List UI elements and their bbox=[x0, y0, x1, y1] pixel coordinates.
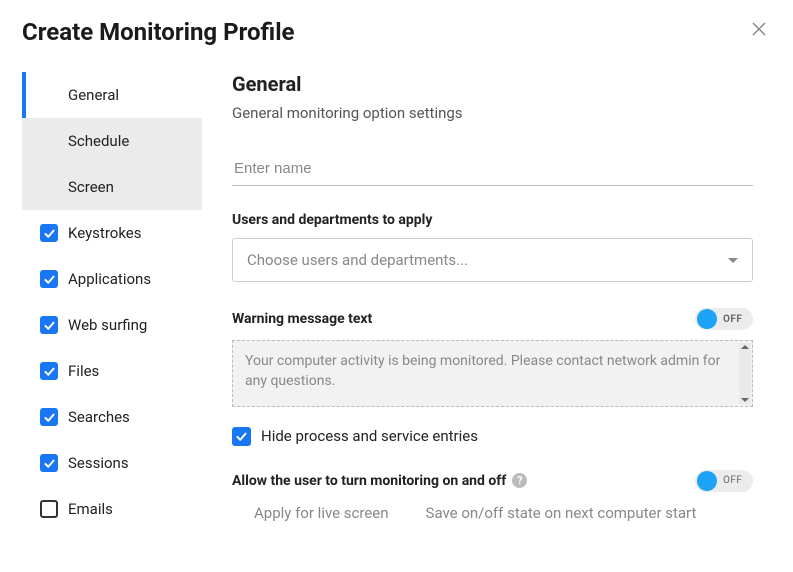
warning-text-input[interactable] bbox=[233, 341, 738, 402]
scrollbar[interactable] bbox=[739, 343, 751, 404]
apply-live-checkbox[interactable] bbox=[232, 504, 245, 522]
sidebar-item-web-surfing[interactable]: Web surfing bbox=[22, 302, 202, 348]
sidebar-item-label: Sessions bbox=[68, 454, 129, 472]
profile-name-input[interactable] bbox=[232, 152, 753, 186]
scroll-up-icon bbox=[741, 345, 749, 349]
sidebar-item-general[interactable]: General bbox=[22, 72, 202, 118]
warning-label: Warning message text bbox=[232, 311, 372, 327]
toggle-state: OFF bbox=[717, 314, 750, 325]
sidebar-item-applications[interactable]: Applications bbox=[22, 256, 202, 302]
scroll-down-icon bbox=[741, 398, 749, 402]
dialog-title: Create Monitoring Profile bbox=[22, 18, 295, 46]
users-label: Users and departments to apply bbox=[232, 212, 432, 228]
toggle-knob bbox=[697, 309, 717, 329]
help-icon[interactable]: ? bbox=[512, 473, 527, 488]
dropdown-placeholder: Choose users and departments... bbox=[247, 251, 468, 269]
sidebar-item-label: Files bbox=[68, 362, 99, 380]
checkbox-icon[interactable] bbox=[40, 500, 58, 518]
toggle-knob bbox=[697, 471, 717, 491]
sidebar-item-label: Emails bbox=[68, 500, 113, 518]
sidebar-item-sessions[interactable]: Sessions bbox=[22, 440, 202, 486]
sidebar-item-searches[interactable]: Searches bbox=[22, 394, 202, 440]
close-button[interactable] bbox=[747, 18, 771, 44]
allow-toggle[interactable]: OFF bbox=[695, 470, 753, 492]
checkbox-icon[interactable] bbox=[40, 224, 58, 242]
sidebar-item-label: Web surfing bbox=[68, 316, 147, 334]
allow-toggle-label: Allow the user to turn monitoring on and… bbox=[232, 473, 506, 489]
section-subheading: General monitoring option settings bbox=[232, 104, 753, 122]
sidebar-item-label: General bbox=[68, 86, 119, 104]
toggle-state: OFF bbox=[717, 475, 750, 486]
sidebar-item-label: Searches bbox=[68, 408, 130, 426]
sidebar-item-label: Keystrokes bbox=[68, 224, 141, 242]
sidebar-item-screen[interactable]: Screen bbox=[22, 164, 202, 210]
sidebar-item-label: Schedule bbox=[68, 132, 129, 150]
apply-live-label: Apply for live screen bbox=[254, 504, 389, 522]
warning-toggle[interactable]: OFF bbox=[695, 308, 753, 330]
sidebar: General Schedule Screen Keystrokes Appli… bbox=[22, 72, 202, 572]
sidebar-item-label: Applications bbox=[68, 270, 151, 288]
checkbox-icon[interactable] bbox=[40, 316, 58, 334]
sidebar-item-label: Screen bbox=[68, 178, 114, 196]
sidebar-item-keystrokes[interactable]: Keystrokes bbox=[22, 210, 202, 256]
checkbox-icon[interactable] bbox=[40, 408, 58, 426]
chevron-down-icon bbox=[728, 258, 738, 263]
main-panel: General General monitoring option settin… bbox=[202, 72, 771, 572]
checkbox-icon[interactable] bbox=[40, 270, 58, 288]
hide-process-label: Hide process and service entries bbox=[261, 427, 478, 445]
save-state-label: Save on/off state on next computer start bbox=[426, 504, 697, 522]
sidebar-item-emails[interactable]: Emails bbox=[22, 486, 202, 532]
users-dropdown[interactable]: Choose users and departments... bbox=[232, 238, 753, 282]
close-icon bbox=[751, 21, 767, 37]
checkbox-icon[interactable] bbox=[40, 362, 58, 380]
sidebar-item-files[interactable]: Files bbox=[22, 348, 202, 394]
section-heading: General bbox=[232, 72, 753, 96]
checkbox-icon[interactable] bbox=[40, 454, 58, 472]
sidebar-item-schedule[interactable]: Schedule bbox=[22, 118, 202, 164]
hide-process-checkbox[interactable] bbox=[232, 427, 251, 446]
